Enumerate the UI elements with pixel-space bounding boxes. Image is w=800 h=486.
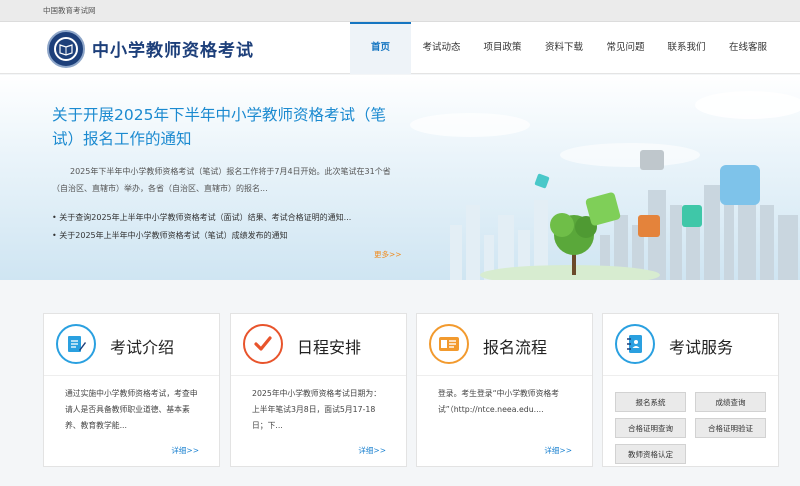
card-text: 2025年中小学教师资格考试日期为：上半年笔试3月8日，面试5月17-18日；下… xyxy=(252,389,381,430)
card-header: 报名流程 xyxy=(417,314,592,376)
nav-home[interactable]: 首页 xyxy=(350,22,411,74)
detail-link[interactable]: 详细>> xyxy=(544,445,572,456)
hero-headline-link[interactable]: 关于开展2025年下半年中小学教师资格考试（笔试）报名工作的通知 xyxy=(52,103,392,151)
feature-cards: 考试介绍 通过实施中小学教师资格考试，考查申请人是否具备教师职业道德、基本素养、… xyxy=(43,313,793,473)
site-title[interactable]: 中小学教师资格考试 xyxy=(92,36,254,61)
site-logo-emblem[interactable] xyxy=(47,30,85,68)
card-schedule: 日程安排 2025年中小学教师资格考试日期为：上半年笔试3月8日，面试5月17-… xyxy=(230,313,407,467)
detail-link[interactable]: 详细>> xyxy=(171,445,199,456)
card-exam-services: 考试服务 报名系统 成绩查询 合格证明查询 合格证明验证 教师资格认定 xyxy=(602,313,779,467)
card-registration-process: 报名流程 登录。考生登录“中小学教师资格考试”（http://ntce.neea… xyxy=(416,313,593,467)
logo-book-icon xyxy=(54,37,78,61)
topbar: 中国教育考试网 xyxy=(0,0,800,22)
nav-policy[interactable]: 项目政策 xyxy=(472,22,533,74)
card-title[interactable]: 考试介绍 xyxy=(110,334,174,358)
score-query-button[interactable]: 成绩查询 xyxy=(695,392,766,412)
id-card-icon xyxy=(429,324,469,364)
more-link[interactable]: 更多>> xyxy=(374,249,402,260)
header: 中小学教师资格考试 首页 考试动态 项目政策 资料下载 常见问题 联系我们 在线… xyxy=(0,22,800,74)
main-nav: 首页 考试动态 项目政策 资料下载 常见问题 联系我们 在线客服 xyxy=(350,22,779,74)
nav-contact[interactable]: 联系我们 xyxy=(656,22,717,74)
nav-exam-news[interactable]: 考试动态 xyxy=(411,22,472,74)
certificate-query-button[interactable]: 合格证明查询 xyxy=(615,418,686,438)
card-header: 考试介绍 xyxy=(44,314,219,376)
nav-online-service[interactable]: 在线客服 xyxy=(717,22,779,74)
nav-faq[interactable]: 常见问题 xyxy=(595,22,656,74)
hero-news-list: • 关于查询2025年上半年中小学教师资格考试（面试）结果、考试合格证明的通知.… xyxy=(52,209,397,245)
certificate-verify-button[interactable]: 合格证明验证 xyxy=(695,418,766,438)
document-pen-icon xyxy=(56,324,96,364)
news-link[interactable]: • 关于查询2025年上半年中小学教师资格考试（面试）结果、考试合格证明的通知.… xyxy=(52,209,397,227)
site-link[interactable]: 中国教育考试网 xyxy=(43,6,96,15)
hero-city-illustration xyxy=(410,91,800,280)
card-text: 登录。考生登录“中小学教师资格考试”（http://ntce.neea.edu.… xyxy=(438,389,559,414)
registration-system-button[interactable]: 报名系统 xyxy=(615,392,686,412)
card-title[interactable]: 报名流程 xyxy=(483,334,547,358)
teacher-qualification-button[interactable]: 教师资格认定 xyxy=(615,444,686,464)
nav-downloads[interactable]: 资料下载 xyxy=(533,22,595,74)
hero-description: 2025年下半年中小学教师资格考试（笔试）报名工作将于7月4日开始。此次笔试在3… xyxy=(52,167,391,193)
checkmark-icon xyxy=(243,324,283,364)
card-text: 通过实施中小学教师资格考试，考查申请人是否具备教师职业道德、基本素养、教育教学能… xyxy=(65,389,198,430)
detail-link[interactable]: 详细>> xyxy=(358,445,386,456)
notebook-icon xyxy=(615,324,655,364)
card-title[interactable]: 考试服务 xyxy=(669,334,733,358)
card-header: 日程安排 xyxy=(231,314,406,376)
hero-banner: 关于开展2025年下半年中小学教师资格考试（笔试）报名工作的通知 2025年下半… xyxy=(0,75,800,280)
news-link[interactable]: • 关于2025年上半年中小学教师资格考试（笔试）成绩发布的通知 xyxy=(52,227,397,245)
card-title[interactable]: 日程安排 xyxy=(297,334,361,358)
card-exam-intro: 考试介绍 通过实施中小学教师资格考试，考查申请人是否具备教师职业道德、基本素养、… xyxy=(43,313,220,467)
card-header: 考试服务 xyxy=(603,314,778,376)
